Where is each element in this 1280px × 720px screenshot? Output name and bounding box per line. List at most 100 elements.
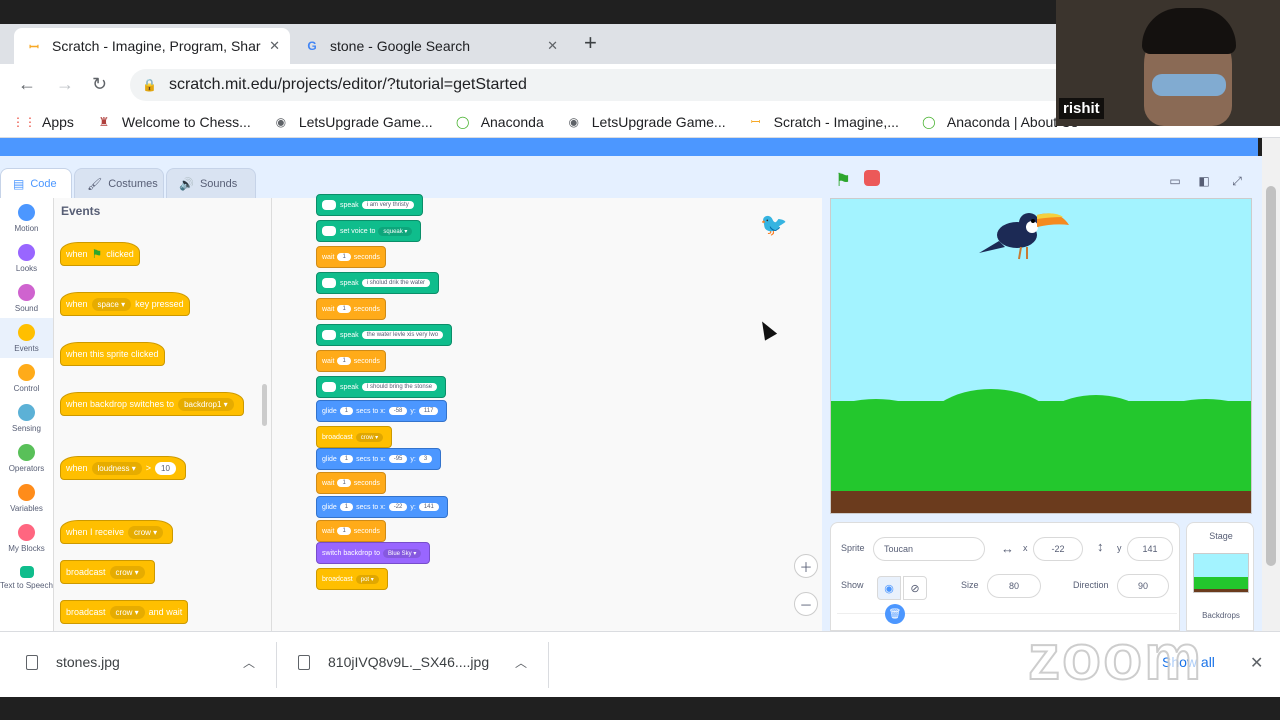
- direction-field[interactable]: 90: [1117, 574, 1169, 598]
- tab-scratch[interactable]: ꟷ Scratch - Imagine, Program, Shar ✕: [14, 28, 290, 64]
- category-sound[interactable]: Sound: [0, 278, 53, 318]
- script-block-speak[interactable]: speak the water levle xis very lwo: [316, 324, 453, 346]
- green-flag-icon[interactable]: ⚑: [835, 170, 851, 191]
- block-number-input[interactable]: 1: [337, 527, 351, 535]
- download-item[interactable]: 810jIVQ8v9L._SX46....jpg: [298, 654, 489, 670]
- glide-x-input[interactable]: -58: [388, 407, 408, 415]
- block-text-input[interactable]: i sholud drik the water: [361, 279, 431, 287]
- bookmark-item[interactable]: ♜ Welcome to Chess...: [96, 114, 251, 130]
- script-block-glide[interactable]: glide 1 secs to x: -58 y: 117: [316, 400, 448, 422]
- block-dropdown[interactable]: pot ▾: [355, 574, 379, 584]
- palette-block[interactable]: when I receive crow ▾: [60, 520, 174, 544]
- chevron-up-icon[interactable]: ︿: [243, 654, 255, 671]
- reload-icon[interactable]: ↻: [92, 74, 107, 95]
- chevron-up-icon[interactable]: ︿: [515, 654, 527, 671]
- block-number-input[interactable]: 1: [337, 253, 351, 261]
- scrollbar-thumb[interactable]: [1266, 186, 1276, 566]
- fullscreen-icon[interactable]: ⤢: [1225, 169, 1249, 193]
- palette-block[interactable]: when ⚑ clicked: [60, 242, 140, 266]
- show-visible-icon[interactable]: ◉: [877, 576, 901, 600]
- toucan-sprite[interactable]: [977, 205, 1073, 265]
- glide-x-input[interactable]: -22: [388, 503, 408, 511]
- close-tab-icon[interactable]: ✕: [269, 38, 280, 54]
- block-number-input[interactable]: 1: [337, 305, 351, 313]
- script-block-broadcast[interactable]: broadcast pot ▾: [316, 568, 388, 590]
- script-block-wait[interactable]: wait 1 seconds: [316, 472, 386, 494]
- script-block-glide[interactable]: glide 1 secs to x: -95 y: 3: [316, 448, 442, 470]
- palette-scrollbar[interactable]: [262, 384, 267, 426]
- category-control[interactable]: Control: [0, 358, 53, 398]
- hide-icon[interactable]: ⊘: [903, 576, 927, 600]
- category-text-to-speech[interactable]: Text to Speech: [0, 558, 53, 598]
- bookmark-item[interactable]: ◯ Anaconda | About Us: [921, 114, 1078, 130]
- tab-google[interactable]: G stone - Google Search ✕: [292, 28, 568, 64]
- block-dropdown[interactable]: backdrop1 ▾: [178, 397, 234, 411]
- block-dropdown[interactable]: crow ▾: [109, 605, 145, 619]
- small-stage-icon[interactable]: ▭: [1163, 169, 1187, 193]
- stage-canvas[interactable]: [830, 198, 1252, 514]
- glide-y-input[interactable]: 3: [418, 455, 433, 463]
- block-text-input[interactable]: the water levle xis very lwo: [361, 331, 444, 339]
- close-tab-icon[interactable]: ✕: [547, 38, 558, 54]
- x-field[interactable]: -22: [1033, 537, 1083, 561]
- palette-block[interactable]: when backdrop switches to backdrop1 ▾: [60, 392, 244, 416]
- block-text-input[interactable]: I should bring the stonse: [361, 383, 438, 391]
- block-dropdown[interactable]: crow ▾: [355, 432, 384, 442]
- script-block-wait[interactable]: wait 1 seconds: [316, 298, 386, 320]
- sprite-name-field[interactable]: Toucan: [873, 537, 985, 561]
- backdrop-thumbnail[interactable]: [1193, 553, 1249, 593]
- zoom-out-icon[interactable]: －: [794, 592, 818, 616]
- glide-y-input[interactable]: 117: [418, 407, 439, 415]
- glide-x-input[interactable]: -95: [388, 455, 408, 463]
- bookmark-item[interactable]: ◉ LetsUpgrade Game...: [566, 114, 726, 130]
- bookmark-item[interactable]: ◯ Anaconda: [455, 114, 544, 130]
- script-block-glide[interactable]: glide 1 secs to x: -22 y: 141: [316, 496, 448, 518]
- script-block-wait[interactable]: wait 1 seconds: [316, 350, 386, 372]
- stage-pane[interactable]: Stage Backdrops: [1186, 522, 1254, 631]
- tab-sounds[interactable]: 🔊 Sounds: [166, 168, 256, 198]
- new-tab-icon[interactable]: +: [584, 30, 597, 56]
- close-icon[interactable]: ✕: [1250, 653, 1263, 673]
- download-item[interactable]: stones.jpg: [26, 654, 120, 670]
- delete-sprite-icon[interactable]: 🗑: [885, 604, 905, 624]
- y-field[interactable]: 141: [1127, 537, 1173, 561]
- script-block-switch[interactable]: switch backdrop to Blue Sky ▾: [316, 542, 431, 564]
- palette-block[interactable]: when loudness ▾ >10: [60, 456, 186, 480]
- code-workspace[interactable]: speak i am very thristy set voice to squeak…: [272, 194, 822, 631]
- script-block-wait[interactable]: wait 1 seconds: [316, 246, 386, 268]
- stop-icon[interactable]: [864, 170, 880, 186]
- script-block-set[interactable]: set voice to squeak ▾: [316, 220, 422, 242]
- palette-block[interactable]: broadcast crow ▾ and wait: [60, 600, 189, 624]
- tab-costumes[interactable]: 🖌 Costumes: [74, 168, 164, 198]
- category-motion[interactable]: Motion: [0, 198, 53, 238]
- palette-block[interactable]: when space ▾ key pressed: [60, 292, 190, 316]
- page-scrollbar[interactable]: [1262, 138, 1280, 631]
- forward-icon[interactable]: →: [56, 74, 74, 95]
- back-icon[interactable]: ←: [18, 74, 36, 95]
- block-dropdown[interactable]: loudness ▾: [91, 461, 142, 475]
- block-text-input[interactable]: i am very thristy: [361, 201, 414, 209]
- block-dropdown[interactable]: space ▾: [91, 297, 132, 311]
- category-sensing[interactable]: Sensing: [0, 398, 53, 438]
- category-operators[interactable]: Operators: [0, 438, 53, 478]
- script-block-speak[interactable]: speak i sholud drik the water: [316, 272, 440, 294]
- category-looks[interactable]: Looks: [0, 238, 53, 278]
- bookmark-item[interactable]: ◉ LetsUpgrade Game...: [273, 114, 433, 130]
- block-number-input[interactable]: 10: [155, 461, 176, 475]
- category-my-blocks[interactable]: My Blocks: [0, 518, 53, 558]
- block-dropdown[interactable]: crow ▾: [128, 525, 164, 539]
- block-number-input[interactable]: 1: [337, 357, 351, 365]
- bookmark-item[interactable]: ꟷ Scratch - Imagine,...: [748, 114, 899, 130]
- block-dropdown[interactable]: crow ▾: [109, 565, 145, 579]
- bookmark-item[interactable]: ⋮⋮ Apps: [12, 114, 74, 130]
- block-number-input[interactable]: 1: [339, 407, 354, 415]
- zoom-in-icon[interactable]: ＋: [794, 554, 818, 578]
- block-dropdown[interactable]: squeak ▾: [378, 226, 413, 236]
- palette-block[interactable]: broadcast crow ▾: [60, 560, 155, 584]
- glide-y-input[interactable]: 141: [418, 503, 439, 511]
- large-stage-icon[interactable]: ◧: [1192, 169, 1216, 193]
- script-block-broadcast[interactable]: broadcast crow ▾: [316, 426, 393, 448]
- block-number-input[interactable]: 1: [339, 455, 354, 463]
- tab-code[interactable]: ▤ Code: [0, 168, 72, 198]
- block-dropdown[interactable]: Blue Sky ▾: [382, 548, 422, 558]
